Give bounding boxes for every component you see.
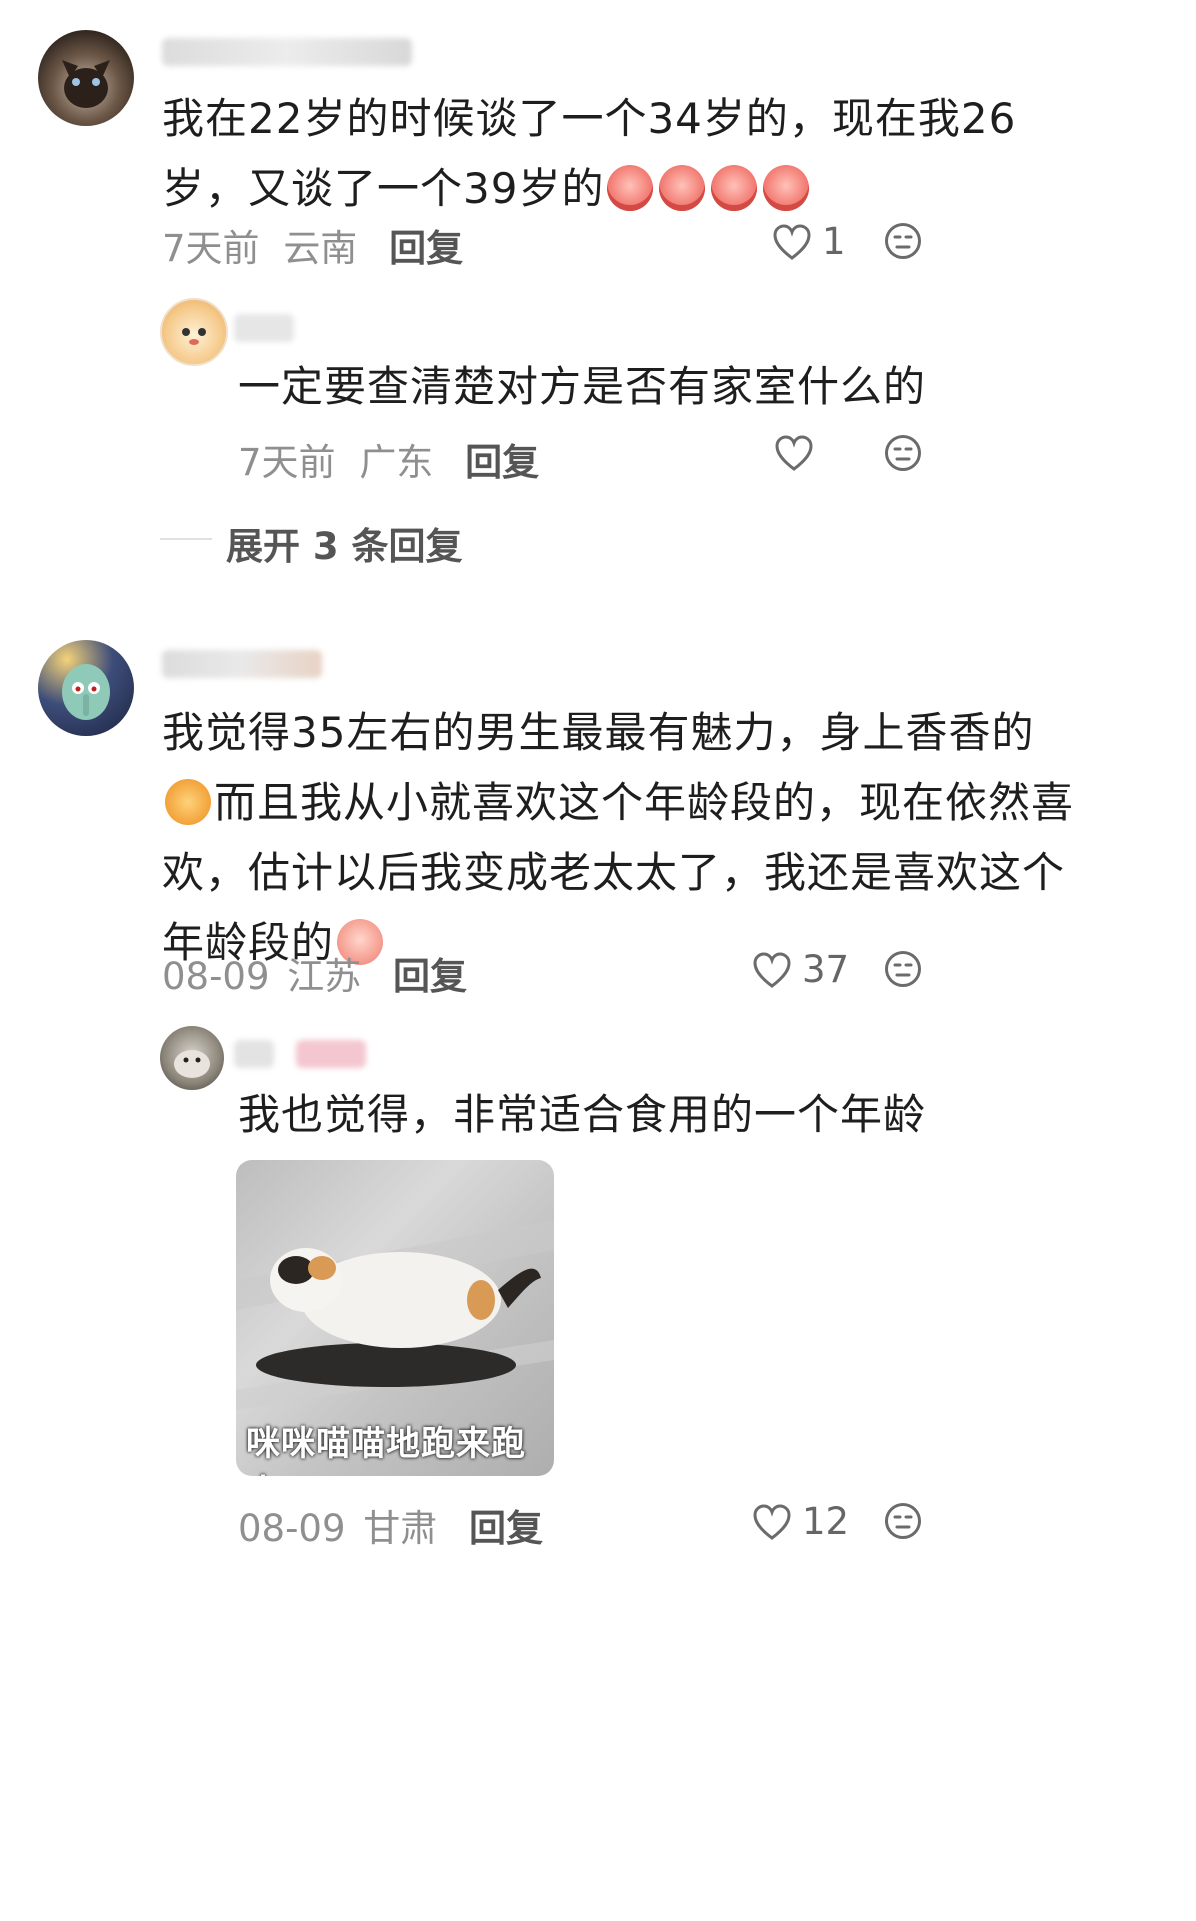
heart-outline-icon [773,223,811,260]
comment-line: 而且我从小就喜欢这个年龄段的，现在依然喜 [162,768,1162,838]
like-button[interactable] [774,434,814,472]
comment-line: 我在22岁的时候谈了一个34岁的，现在我26 [162,94,1017,143]
like-count: 1 [822,220,846,263]
like-button[interactable]: 1 [772,220,846,263]
commenter-avatar[interactable] [38,640,134,736]
neutral-face-icon [885,223,921,259]
neutral-face-icon [885,951,921,987]
reply-button[interactable]: 回复 [389,227,463,270]
comment-text: 我觉得35左右的男生最最有魅力，身上香香的 而且我从小就喜欢这个年龄段的，现在依… [162,698,1162,978]
reply-text: 一定要查清楚对方是否有家室什么的 [238,362,927,411]
comment-text: 我在22岁的时候谈了一个34岁的，现在我26 岁，又谈了一个39岁的 [162,84,1062,224]
like-button[interactable]: 37 [752,948,849,991]
crying-emoji-icon [763,165,810,211]
smug-bear-emoji-icon [165,779,211,825]
comment-meta: 7天前 云南 回复 [162,218,463,272]
heart-outline-icon [775,435,813,471]
emoji-react-button[interactable] [884,434,922,472]
reply-image[interactable]: 咪咪喵喵地跑来跑去 [236,1160,554,1476]
like-count: 12 [802,1500,850,1543]
comment-line: 我觉得35左右的男生最最有魅力，身上香香的 [162,708,1035,757]
commenter-avatar[interactable] [38,30,134,126]
reply-username[interactable] [234,1040,274,1068]
reply-button[interactable]: 回复 [465,441,539,484]
image-caption: 咪咪喵喵地跑来跑去 [246,1424,526,1476]
reply-avatar[interactable] [160,1026,224,1090]
reply-location: 广东 [359,441,434,484]
neutral-face-icon [885,435,921,471]
neutral-face-icon [885,1503,921,1539]
cat-avatar-icon [174,1050,210,1078]
comment-location: 云南 [283,227,358,270]
reply-meta: 7天前 广东 回复 [238,432,539,486]
comment-line: 欢，估计以后我变成老太太了，我还是喜欢这个 [162,848,1066,897]
crying-emoji-icon [659,165,706,211]
squidward-avatar-icon [62,664,110,720]
reply-username[interactable] [234,314,294,342]
crying-emoji-icon [607,165,654,211]
reply-button[interactable]: 回复 [469,1507,543,1550]
commenter-username[interactable] [162,38,412,66]
reply-avatar[interactable] [160,298,228,366]
emoji-react-button[interactable] [884,950,922,988]
reply-meta: 08-09 甘肃 回复 [238,1498,543,1552]
comment-location: 江苏 [287,955,362,998]
comment-line: 岁，又谈了一个39岁的 [162,154,1062,224]
reply-button[interactable]: 回复 [393,955,467,998]
like-button[interactable]: 12 [752,1500,849,1543]
comment-date: 7天前 [162,227,260,270]
crying-emoji-icon [711,165,758,211]
expand-replies-button[interactable]: 展开 3 条回复 [226,516,463,570]
reply-date: 7天前 [238,441,336,484]
reply-text: 我也觉得，非常适合食用的一个年龄 [238,1090,927,1139]
commenter-username[interactable] [162,650,322,678]
like-count: 37 [802,948,850,991]
heart-outline-icon [753,1503,791,1540]
reply-user-badge [296,1040,366,1068]
heart-outline-icon [753,951,791,988]
reply-location: 甘肃 [363,1507,438,1550]
comment-date: 08-09 [162,955,270,998]
hamster-avatar-icon [182,328,206,345]
cat-avatar-icon [62,60,110,108]
expand-divider [160,538,212,540]
emoji-react-button[interactable] [884,222,922,260]
emoji-react-button[interactable] [884,1502,922,1540]
reply-date: 08-09 [238,1507,346,1550]
comment-meta: 08-09 江苏 回复 [162,946,467,1000]
